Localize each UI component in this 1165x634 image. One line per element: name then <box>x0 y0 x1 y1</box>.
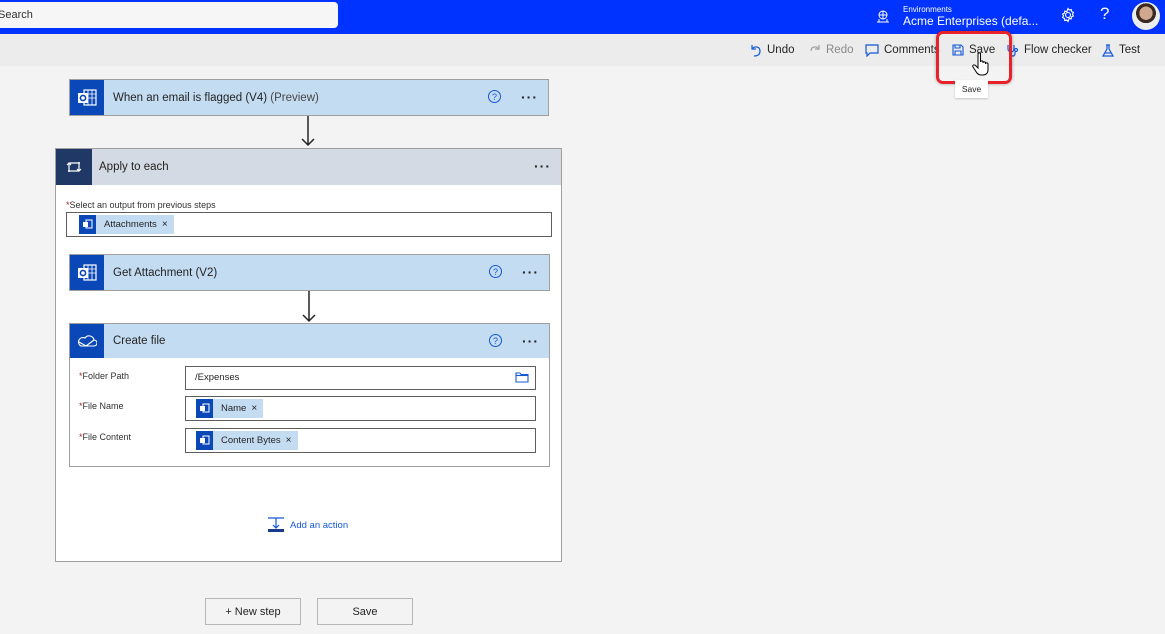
select-output-input[interactable]: Attachments × <box>66 212 552 237</box>
add-an-action-button[interactable]: Add an action <box>267 517 348 533</box>
environment-picker[interactable]: Environments Acme Enterprises (defa... <box>875 0 1038 34</box>
save-flow-button[interactable]: Save <box>317 598 413 625</box>
more-options-icon[interactable]: ··· <box>522 333 539 349</box>
new-step-button[interactable]: + New step <box>205 598 301 625</box>
folder-path-label: *Folder Path <box>79 371 130 381</box>
outlook-icon <box>70 255 104 290</box>
trigger-card[interactable]: When an email is flagged (V4) (Preview) … <box>69 79 549 116</box>
folder-path-input[interactable]: /Expenses <box>185 366 536 390</box>
undo-icon <box>751 44 761 57</box>
outlook-icon <box>196 399 213 418</box>
search-placeholder: Search <box>0 9 33 21</box>
remove-token-icon[interactable]: × <box>286 435 292 446</box>
more-options-icon[interactable]: ··· <box>522 264 539 280</box>
attachments-token[interactable]: Attachments × <box>79 215 174 234</box>
more-options-icon[interactable]: ··· <box>521 89 538 105</box>
create-file-card: Create file ? ··· *Folder Path /Expenses… <box>69 323 550 467</box>
get-attachment-title: Get Attachment (V2) <box>113 266 218 279</box>
folder-path-value: /Expenses <box>195 372 240 383</box>
redo-label: Redo <box>826 44 854 56</box>
file-name-label: *File Name <box>79 401 124 411</box>
environment-name: Acme Enterprises (defa... <box>903 14 1039 28</box>
redo-button[interactable]: Redo <box>809 34 854 66</box>
outlook-icon <box>79 215 96 234</box>
onedrive-icon <box>70 324 104 358</box>
remove-token-icon[interactable]: × <box>162 219 168 230</box>
flow-checker-button[interactable]: Flow checker <box>1006 34 1092 66</box>
help-icon[interactable]: ? <box>489 334 502 347</box>
content-bytes-token[interactable]: Content Bytes × <box>196 431 298 450</box>
apply-to-each-container: Apply to each ··· *Select an output from… <box>55 148 562 562</box>
flow-checker-label: Flow checker <box>1024 44 1092 56</box>
loop-icon <box>56 149 92 185</box>
settings-gear-icon[interactable] <box>1060 7 1078 25</box>
outlook-icon <box>70 80 104 115</box>
create-file-header[interactable]: Create file ? ··· <box>70 324 549 358</box>
connector-arrow <box>301 116 315 147</box>
flask-icon <box>1102 43 1114 57</box>
get-attachment-card[interactable]: Get Attachment (V2) ? ··· <box>69 254 550 291</box>
comments-label: Comments <box>884 44 940 56</box>
apply-to-each-header[interactable]: Apply to each ··· <box>56 149 561 185</box>
environment-label: Environments <box>903 5 952 14</box>
save-tooltip: Save <box>955 80 988 98</box>
hand-cursor-icon <box>972 52 989 76</box>
create-file-title: Create file <box>113 335 166 347</box>
more-options-icon[interactable]: ··· <box>534 158 551 174</box>
redo-icon <box>810 44 820 51</box>
undo-button[interactable]: Undo <box>750 34 795 66</box>
help-icon[interactable]: ? <box>488 90 501 103</box>
select-output-label: *Select an output from previous steps <box>66 200 216 210</box>
folder-icon[interactable] <box>515 372 529 383</box>
test-button[interactable]: Test <box>1102 34 1140 66</box>
add-action-label: Add an action <box>290 519 349 531</box>
name-token[interactable]: Name × <box>196 399 264 418</box>
user-avatar[interactable] <box>1132 2 1160 30</box>
file-content-label: *File Content <box>79 432 132 442</box>
comment-icon <box>865 43 879 57</box>
apply-to-each-title: Apply to each <box>99 161 169 173</box>
top-bar: Search Environments Acme Enterprises (de… <box>0 0 1165 34</box>
help-icon[interactable]: ? <box>1100 4 1109 24</box>
search-input[interactable]: Search <box>0 2 338 28</box>
comments-button[interactable]: Comments <box>865 34 940 66</box>
add-action-icon <box>268 517 284 532</box>
test-label: Test <box>1119 44 1141 56</box>
outlook-icon <box>196 431 213 450</box>
remove-token-icon[interactable]: × <box>251 403 257 414</box>
file-content-input[interactable]: Content Bytes × <box>185 428 536 453</box>
help-icon[interactable]: ? <box>489 265 502 278</box>
file-name-input[interactable]: Name × <box>185 396 536 421</box>
trigger-title: When an email is flagged (V4) (Preview) <box>113 91 319 104</box>
connector-arrow <box>302 291 316 323</box>
undo-label: Undo <box>767 44 795 56</box>
environment-icon <box>875 9 891 25</box>
